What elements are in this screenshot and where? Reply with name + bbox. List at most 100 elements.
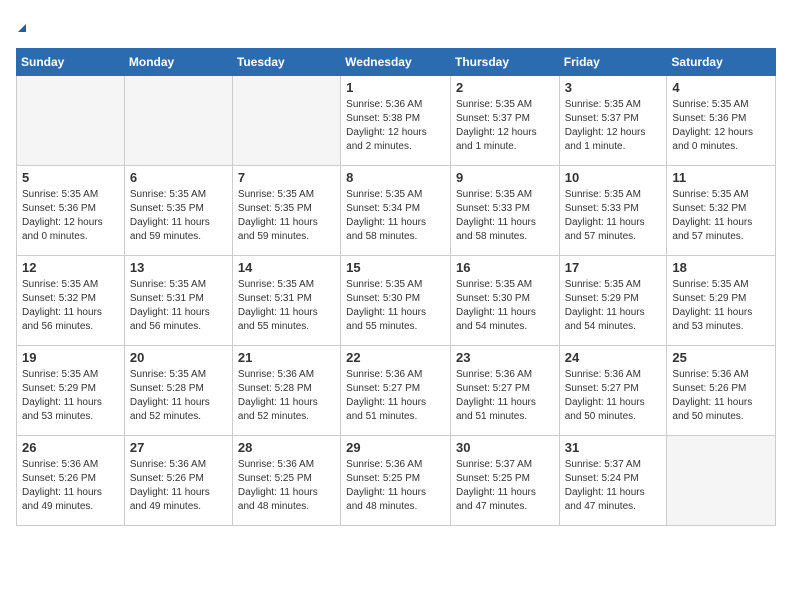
day-number: 18 (672, 260, 770, 275)
calendar-cell: 8Sunrise: 5:35 AM Sunset: 5:34 PM Daylig… (341, 166, 451, 256)
day-detail: Sunrise: 5:36 AM Sunset: 5:27 PM Dayligh… (565, 368, 662, 424)
day-number: 24 (565, 350, 662, 365)
calendar-cell: 21Sunrise: 5:36 AM Sunset: 5:28 PM Dayli… (232, 346, 340, 436)
day-number: 10 (565, 170, 662, 185)
day-detail: Sunrise: 5:36 AM Sunset: 5:38 PM Dayligh… (346, 98, 445, 154)
day-detail: Sunrise: 5:35 AM Sunset: 5:37 PM Dayligh… (565, 98, 662, 154)
calendar-cell: 13 Sunrise: 5:35 AM Sunset: 5:31 PM Dayli… (124, 256, 232, 346)
day-number: 23 (456, 350, 554, 365)
day-detail: Sunrise: 5:35 AM Sunset: 5:36 PM Dayligh… (672, 98, 770, 154)
day-detail: Sunrise: 5:35 AM Sunset: 5:36 PM Dayligh… (22, 188, 119, 244)
day-number: 4 (672, 80, 770, 95)
day-number: 6 (130, 170, 227, 185)
day-header-monday: Monday (124, 49, 232, 76)
day-detail: Sunrise: 5:35 AM Sunset: 5:33 PM Dayligh… (565, 188, 662, 244)
day-detail: Sunrise: 5:36 AM Sunset: 5:26 PM Dayligh… (130, 458, 227, 514)
calendar-cell: 12Sunrise: 5:35 AM Sunset: 5:32 PM Dayli… (17, 256, 125, 346)
calendar-cell: 28Sunrise: 5:36 AM Sunset: 5:25 PM Dayli… (232, 436, 340, 526)
day-number: 13 (130, 260, 227, 275)
day-number: 27 (130, 440, 227, 455)
day-number: 7 (238, 170, 335, 185)
day-number: 3 (565, 80, 662, 95)
day-number: 17 (565, 260, 662, 275)
day-number: 30 (456, 440, 554, 455)
calendar-cell: 3 Sunrise: 5:35 AM Sunset: 5:37 PM Daylig… (559, 76, 667, 166)
calendar-cell (17, 76, 125, 166)
day-detail: Sunrise: 5:35 AM Sunset: 5:31 PM Dayligh… (130, 278, 227, 334)
logo (16, 16, 26, 36)
calendar-cell: 1 Sunrise: 5:36 AM Sunset: 5:38 PM Daylig… (341, 76, 451, 166)
calendar-body: 1 Sunrise: 5:36 AM Sunset: 5:38 PM Daylig… (17, 76, 776, 526)
day-detail: Sunrise: 5:35 AM Sunset: 5:31 PM Dayligh… (238, 278, 335, 334)
day-header-sunday: Sunday (17, 49, 125, 76)
calendar-cell: 25Sunrise: 5:36 AM Sunset: 5:26 PM Dayli… (667, 346, 776, 436)
calendar-cell (124, 76, 232, 166)
calendar-cell: 14Sunrise: 5:35 AM Sunset: 5:31 PM Dayli… (232, 256, 340, 346)
day-detail: Sunrise: 5:36 AM Sunset: 5:27 PM Dayligh… (456, 368, 554, 424)
day-number: 22 (346, 350, 445, 365)
calendar-cell: 6 Sunrise: 5:35 AM Sunset: 5:35 PM Daylig… (124, 166, 232, 256)
calendar-cell: 23 Sunrise: 5:36 AM Sunset: 5:27 PM Dayli… (450, 346, 559, 436)
day-number: 29 (346, 440, 445, 455)
day-number: 28 (238, 440, 335, 455)
calendar-cell: 9 Sunrise: 5:35 AM Sunset: 5:33 PM Daylig… (450, 166, 559, 256)
day-detail: Sunrise: 5:35 AM Sunset: 5:29 PM Dayligh… (22, 368, 119, 424)
calendar-cell: 31 Sunrise: 5:37 AM Sunset: 5:24 PM Dayli… (559, 436, 667, 526)
day-number: 31 (565, 440, 662, 455)
week-row-4: 19 Sunrise: 5:35 AM Sunset: 5:29 PM Dayli… (17, 346, 776, 436)
day-number: 1 (346, 80, 445, 95)
calendar-cell: 22 Sunrise: 5:36 AM Sunset: 5:27 PM Dayli… (341, 346, 451, 436)
calendar-cell: 17 Sunrise: 5:35 AM Sunset: 5:29 PM Dayli… (559, 256, 667, 346)
day-detail: Sunrise: 5:36 AM Sunset: 5:27 PM Dayligh… (346, 368, 445, 424)
day-number: 19 (22, 350, 119, 365)
calendar-cell (667, 436, 776, 526)
day-number: 2 (456, 80, 554, 95)
day-header-friday: Friday (559, 49, 667, 76)
day-header-saturday: Saturday (667, 49, 776, 76)
day-detail: Sunrise: 5:35 AM Sunset: 5:34 PM Dayligh… (346, 188, 445, 244)
calendar-cell: 7 Sunrise: 5:35 AM Sunset: 5:35 PM Daylig… (232, 166, 340, 256)
day-detail: Sunrise: 5:35 AM Sunset: 5:29 PM Dayligh… (672, 278, 770, 334)
day-number: 20 (130, 350, 227, 365)
page-header (16, 16, 776, 36)
day-header-wednesday: Wednesday (341, 49, 451, 76)
day-number: 11 (672, 170, 770, 185)
calendar-cell (232, 76, 340, 166)
calendar-cell: 4 Sunrise: 5:35 AM Sunset: 5:36 PM Daylig… (667, 76, 776, 166)
week-row-3: 12Sunrise: 5:35 AM Sunset: 5:32 PM Dayli… (17, 256, 776, 346)
day-detail: Sunrise: 5:35 AM Sunset: 5:33 PM Dayligh… (456, 188, 554, 244)
day-detail: Sunrise: 5:35 AM Sunset: 5:35 PM Dayligh… (130, 188, 227, 244)
day-detail: Sunrise: 5:37 AM Sunset: 5:24 PM Dayligh… (565, 458, 662, 514)
calendar-cell: 5 Sunrise: 5:35 AM Sunset: 5:36 PM Daylig… (17, 166, 125, 256)
calendar-cell: 26 Sunrise: 5:36 AM Sunset: 5:26 PM Dayli… (17, 436, 125, 526)
calendar-cell: 30Sunrise: 5:37 AM Sunset: 5:25 PM Dayli… (450, 436, 559, 526)
day-detail: Sunrise: 5:35 AM Sunset: 5:37 PM Dayligh… (456, 98, 554, 154)
week-row-5: 26 Sunrise: 5:36 AM Sunset: 5:26 PM Dayli… (17, 436, 776, 526)
days-header-row: SundayMondayTuesdayWednesdayThursdayFrid… (17, 49, 776, 76)
calendar-cell: 27 Sunrise: 5:36 AM Sunset: 5:26 PM Dayli… (124, 436, 232, 526)
day-detail: Sunrise: 5:35 AM Sunset: 5:30 PM Dayligh… (346, 278, 445, 334)
day-number: 15 (346, 260, 445, 275)
day-detail: Sunrise: 5:36 AM Sunset: 5:26 PM Dayligh… (22, 458, 119, 514)
day-header-thursday: Thursday (450, 49, 559, 76)
calendar-cell: 20Sunrise: 5:35 AM Sunset: 5:28 PM Dayli… (124, 346, 232, 436)
day-number: 26 (22, 440, 119, 455)
day-detail: Sunrise: 5:35 AM Sunset: 5:30 PM Dayligh… (456, 278, 554, 334)
day-number: 5 (22, 170, 119, 185)
day-detail: Sunrise: 5:35 AM Sunset: 5:32 PM Dayligh… (672, 188, 770, 244)
day-detail: Sunrise: 5:36 AM Sunset: 5:25 PM Dayligh… (346, 458, 445, 514)
calendar-cell: 19 Sunrise: 5:35 AM Sunset: 5:29 PM Dayli… (17, 346, 125, 436)
calendar-cell: 10 Sunrise: 5:35 AM Sunset: 5:33 PM Dayli… (559, 166, 667, 256)
day-header-tuesday: Tuesday (232, 49, 340, 76)
calendar-cell: 29 Sunrise: 5:36 AM Sunset: 5:25 PM Dayli… (341, 436, 451, 526)
day-number: 16 (456, 260, 554, 275)
calendar-cell: 11 Sunrise: 5:35 AM Sunset: 5:32 PM Dayli… (667, 166, 776, 256)
day-detail: Sunrise: 5:35 AM Sunset: 5:35 PM Dayligh… (238, 188, 335, 244)
calendar-cell: 24 Sunrise: 5:36 AM Sunset: 5:27 PM Dayli… (559, 346, 667, 436)
calendar-cell: 16 Sunrise: 5:35 AM Sunset: 5:30 PM Dayli… (450, 256, 559, 346)
day-number: 9 (456, 170, 554, 185)
calendar-table: SundayMondayTuesdayWednesdayThursdayFrid… (16, 48, 776, 526)
day-detail: Sunrise: 5:35 AM Sunset: 5:32 PM Dayligh… (22, 278, 119, 334)
day-detail: Sunrise: 5:35 AM Sunset: 5:29 PM Dayligh… (565, 278, 662, 334)
week-row-1: 1 Sunrise: 5:36 AM Sunset: 5:38 PM Daylig… (17, 76, 776, 166)
